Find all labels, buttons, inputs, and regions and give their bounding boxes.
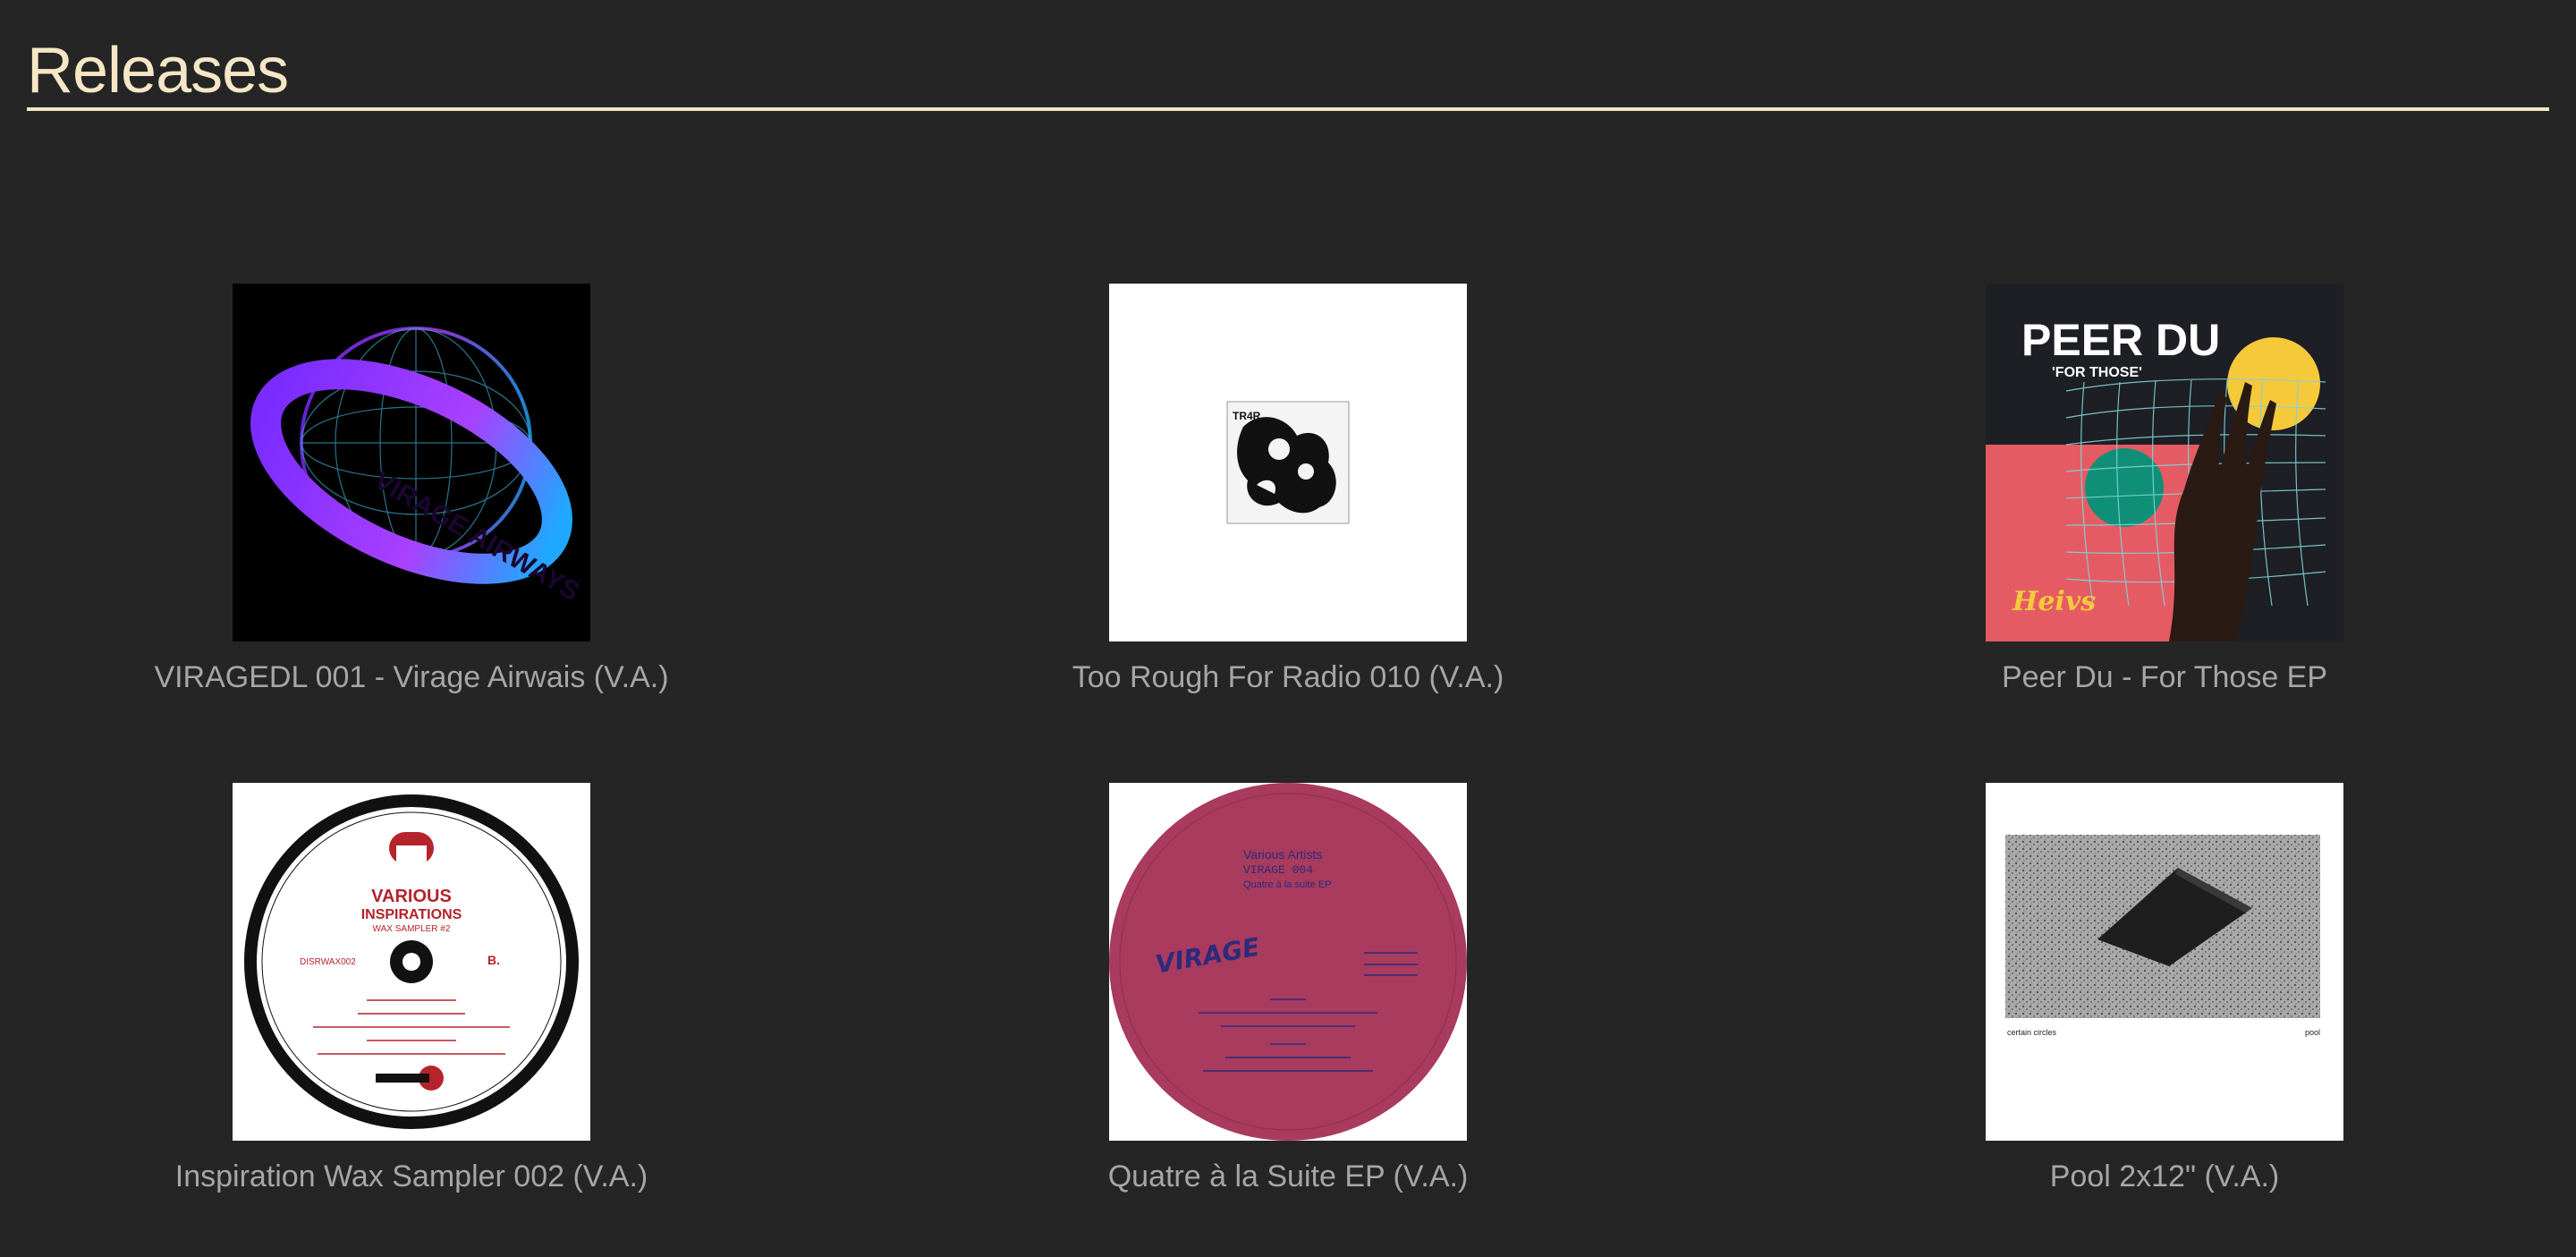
cover-text-2: INSPIRATIONS [361,907,462,922]
cover-text: VARIOUS [371,887,452,906]
release-title[interactable]: Quatre à la Suite EP (V.A.) [975,1157,1601,1196]
cover-right-text: pool [2305,1028,2320,1037]
release-card-peer-du[interactable]: PEER DU 'FOR THOSE' Heivs Peer Du - For … [1852,284,2478,697]
inspiration-wax-cover-icon[interactable]: VARIOUS INSPIRATIONS WAX SAMPLER #2 DISR… [233,783,590,1141]
cover-line-1: Various Artists [1243,847,1322,862]
release-title[interactable]: Too Rough For Radio 010 (V.A.) [975,658,1601,697]
releases-page: Releases VIRAGE AIRWAYS VIRAGEDL 001 - V… [0,0,2576,1257]
title-divider [27,107,2549,111]
release-card-too-rough-for-radio[interactable]: TR4R Too Rough For Radio 010 (V.A.) [975,284,1601,697]
pool-cover-icon[interactable]: certain circles pool [1986,783,2343,1141]
release-title[interactable]: Inspiration Wax Sampler 002 (V.A.) [98,1157,724,1196]
release-title[interactable]: Pool 2x12" (V.A.) [1852,1157,2478,1196]
page-header: Releases [27,34,2549,111]
quatre-a-la-suite-cover-icon[interactable]: Various Artists VIRAGE 004 Quatre à la s… [1109,783,1467,1141]
peer-du-cover-icon[interactable]: PEER DU 'FOR THOSE' Heivs [1986,284,2343,641]
catalog-number: DISRWAX002 [300,957,356,967]
cover-text: PEER DU [2021,315,2220,365]
release-card-quatre-a-la-suite[interactable]: Various Artists VIRAGE 004 Quatre à la s… [975,783,1601,1196]
release-title[interactable]: Peer Du - For Those EP [1852,658,2478,697]
cover-text: TR4R [1233,410,1261,422]
side-label: B. [487,953,500,967]
release-card-pool[interactable]: certain circles pool Pool 2x12" (V.A.) [1852,783,2478,1196]
too-rough-for-radio-cover-icon[interactable]: TR4R [1109,284,1467,641]
cover-line-2: VIRAGE 004 [1243,863,1313,877]
release-card-inspiration-wax-sampler[interactable]: VARIOUS INSPIRATIONS WAX SAMPLER #2 DISR… [98,783,724,1196]
cover-subtext: 'FOR THOSE' [2052,365,2142,380]
page-title: Releases [27,35,289,106]
cover-left-text: certain circles [2007,1028,2057,1037]
virage-airways-cover-icon[interactable]: VIRAGE AIRWAYS [233,284,590,641]
label-logo: Heivs [2012,586,2096,617]
release-title[interactable]: VIRAGEDL 001 - Virage Airwais (V.A.) [98,658,724,697]
cover-line-3: Quatre à la suite EP [1243,879,1331,890]
release-card-virage-airwais[interactable]: VIRAGE AIRWAYS VIRAGEDL 001 - Virage Air… [98,284,724,697]
cover-text-3: WAX SAMPLER #2 [373,924,451,934]
